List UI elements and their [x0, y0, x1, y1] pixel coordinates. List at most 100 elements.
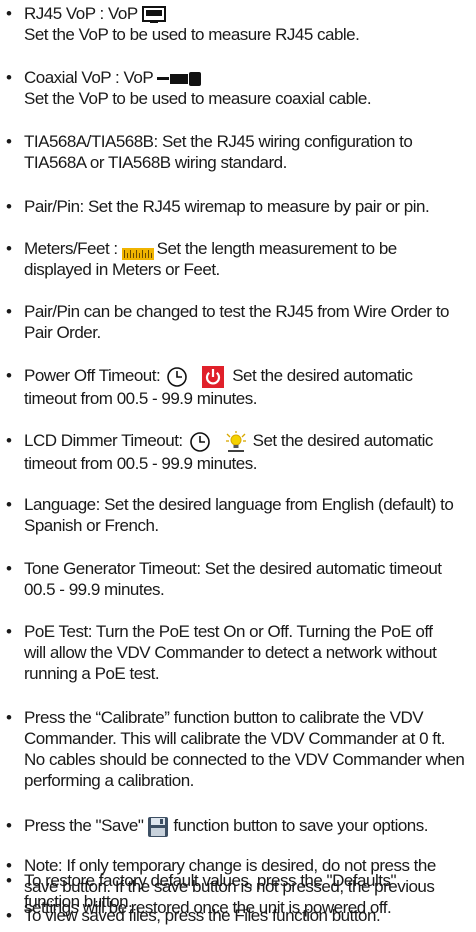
text-segment: will allow the VDV Commander to detect a…: [24, 643, 437, 662]
bullet-marker: •: [6, 68, 12, 87]
list-item: • RJ45 VoP : VoP Set the VoP to be used to…: [0, 3, 476, 45]
bullet-marker: •: [6, 431, 12, 450]
text-line: will allow the VDV Commander to detect a…: [24, 642, 470, 663]
text-line: running a PoE test.: [24, 663, 470, 684]
text-line: RJ45 VoP : VoP: [24, 3, 470, 24]
text-line: 00.5 - 99.9 minutes.: [24, 579, 470, 600]
power-icon: [202, 365, 225, 388]
list-item: • PoE Test: Turn the PoE test On or Off. …: [0, 621, 476, 684]
coax-icon: [157, 71, 203, 87]
text-line: TIA568A or TIA568B wiring standard.: [24, 152, 470, 173]
text-segment: Meters/Feet :: [24, 239, 118, 258]
list-item: • Pair/Pin can be changed to test the RJ4…: [0, 301, 476, 343]
text-line: Spanish or French.: [24, 515, 470, 536]
text-segment: Set the length measurement to be: [156, 239, 398, 258]
text-line: Meters/Feet : Set the length measurement …: [24, 238, 470, 260]
text-segment: Set the desired automatic: [232, 366, 413, 385]
bullet-marker: •: [6, 197, 12, 216]
text-segment: Pair Order.: [24, 323, 101, 342]
bullet-marker: •: [6, 622, 12, 641]
text-segment: timeout from 00.5 - 99.9 minutes.: [24, 388, 257, 408]
ruler-icon: [121, 244, 154, 260]
text-line: Pair Order.: [24, 322, 470, 343]
text-segment: Press the "Save": [24, 816, 144, 835]
text-line: No cables should be connected to the VDV…: [24, 749, 470, 770]
text-segment: 00.5 - 99.9 minutes.: [24, 580, 165, 599]
bullet-marker: •: [6, 302, 12, 321]
text-segment: Set the desired automatic: [252, 431, 434, 450]
text-segment: RJ45 VoP : VoP: [24, 4, 138, 23]
list-item: • LCD Dimmer Timeout: Set the desired auto…: [0, 430, 476, 474]
text-line: To restore factory default values, press…: [24, 870, 470, 891]
text-line: Power Off Timeout: Set the desired automa…: [24, 365, 470, 388]
bulb-icon: [225, 430, 247, 453]
text-line: displayed in Meters or Feet.: [24, 259, 470, 280]
text-segment: displayed in Meters or Feet.: [24, 260, 220, 279]
text-line: Press the "Save" function button to save …: [24, 815, 470, 838]
text-segment: running a PoE test.: [24, 664, 160, 683]
floppy-icon: [147, 816, 169, 838]
list-item: • Pair/Pin: Set the RJ45 wiremap to measu…: [0, 196, 476, 217]
list-item: • Tone Generator Timeout: Set the desired…: [0, 558, 476, 600]
text-line: Press the “Calibrate” function button to…: [24, 707, 470, 728]
text-segment: timeout from 00.5 - 99.9 minutes.: [24, 453, 257, 473]
text-segment: Set the VoP to be used to measure RJ45 c…: [24, 25, 360, 44]
text-segment: performing a calibration.: [24, 771, 194, 790]
text-segment: To restore factory default values, press…: [24, 871, 396, 890]
bullet-marker: •: [6, 816, 12, 835]
bullet-marker: •: [6, 239, 12, 258]
bullet-marker: •: [6, 559, 12, 578]
text-line: PoE Test: Turn the PoE test On or Off. T…: [24, 621, 470, 642]
list-item: • Meters/Feet : Set the length measurement…: [0, 238, 476, 280]
text-segment: Pair/Pin: Set the RJ45 wiremap to measur…: [24, 197, 430, 216]
text-segment: Pair/Pin can be changed to test the RJ45…: [24, 302, 450, 321]
text-segment: Coaxial VoP : VoP: [24, 68, 154, 87]
list-item: • To view saved files, press the Files fu…: [0, 905, 476, 926]
text-segment: TIA568A or TIA568B wiring standard.: [24, 153, 287, 172]
text-segment: Spanish or French.: [24, 516, 159, 535]
manual-page: • RJ45 VoP : VoP Set the VoP to be used to…: [0, 0, 476, 932]
text-segment: Power Off Timeout:: [24, 366, 161, 385]
bullet-marker: •: [6, 708, 12, 727]
list-item: • Coaxial VoP : VoP Set the VoP to be used…: [0, 67, 476, 109]
text-segment: To view saved files, press the Files fun…: [24, 906, 381, 925]
text-segment: function button to save your options.: [173, 816, 428, 835]
text-line: Set the VoP to be used to measure RJ45 c…: [24, 24, 470, 45]
text-segment: Language: Set the desired language from …: [24, 495, 454, 514]
text-line: Pair/Pin: Set the RJ45 wiremap to measur…: [24, 196, 470, 217]
text-line: LCD Dimmer Timeout: Set the desired autom…: [24, 430, 470, 453]
monitor-icon: [141, 5, 166, 24]
list-item: • Power Off Timeout: Set the desired autom…: [0, 365, 476, 409]
text-line: Commander. This will calibrate the VDV C…: [24, 728, 470, 749]
clock-icon: [166, 366, 188, 388]
text-line: timeout from 00.5 - 99.9 minutes.: [24, 453, 470, 474]
text-line: performing a calibration.: [24, 770, 470, 791]
text-line: To view saved files, press the Files fun…: [24, 905, 470, 926]
text-line: timeout from 00.5 - 99.9 minutes.: [24, 388, 470, 409]
bullet-marker: •: [6, 366, 12, 385]
text-line: Tone Generator Timeout: Set the desired …: [24, 558, 470, 579]
text-line: Pair/Pin can be changed to test the RJ45…: [24, 301, 470, 322]
list-item: • Press the “Calibrate” function button t…: [0, 707, 476, 791]
text-segment: PoE Test: Turn the PoE test On or Off. T…: [24, 622, 433, 641]
text-segment: Commander. This will calibrate the VDV C…: [24, 729, 445, 748]
text-line: Language: Set the desired language from …: [24, 494, 470, 515]
text-line: Set the VoP to be used to measure coaxia…: [24, 88, 470, 109]
clock-icon: [189, 431, 211, 453]
text-segment: Set the VoP to be used to measure coaxia…: [24, 89, 372, 108]
bullet-marker: •: [6, 132, 12, 151]
bullet-marker: •: [6, 871, 12, 890]
bullet-marker: •: [6, 495, 12, 514]
list-item: • Press the "Save" function button to save…: [0, 815, 476, 838]
text-segment: LCD Dimmer Timeout:: [24, 431, 183, 450]
text-line: Coaxial VoP : VoP: [24, 67, 470, 88]
text-segment: TIA568A/TIA568B: Set the RJ45 wiring con…: [24, 132, 413, 151]
bullet-marker: •: [6, 4, 12, 23]
list-item: • Language: Set the desired language from…: [0, 494, 476, 536]
text-segment: Tone Generator Timeout: Set the desired …: [24, 559, 442, 578]
text-line: TIA568A/TIA568B: Set the RJ45 wiring con…: [24, 131, 470, 152]
text-segment: Press the “Calibrate” function button to…: [24, 708, 424, 727]
bullet-marker: •: [6, 906, 12, 925]
list-item: • TIA568A/TIA568B: Set the RJ45 wiring co…: [0, 131, 476, 173]
text-segment: No cables should be connected to the VDV…: [24, 750, 465, 769]
